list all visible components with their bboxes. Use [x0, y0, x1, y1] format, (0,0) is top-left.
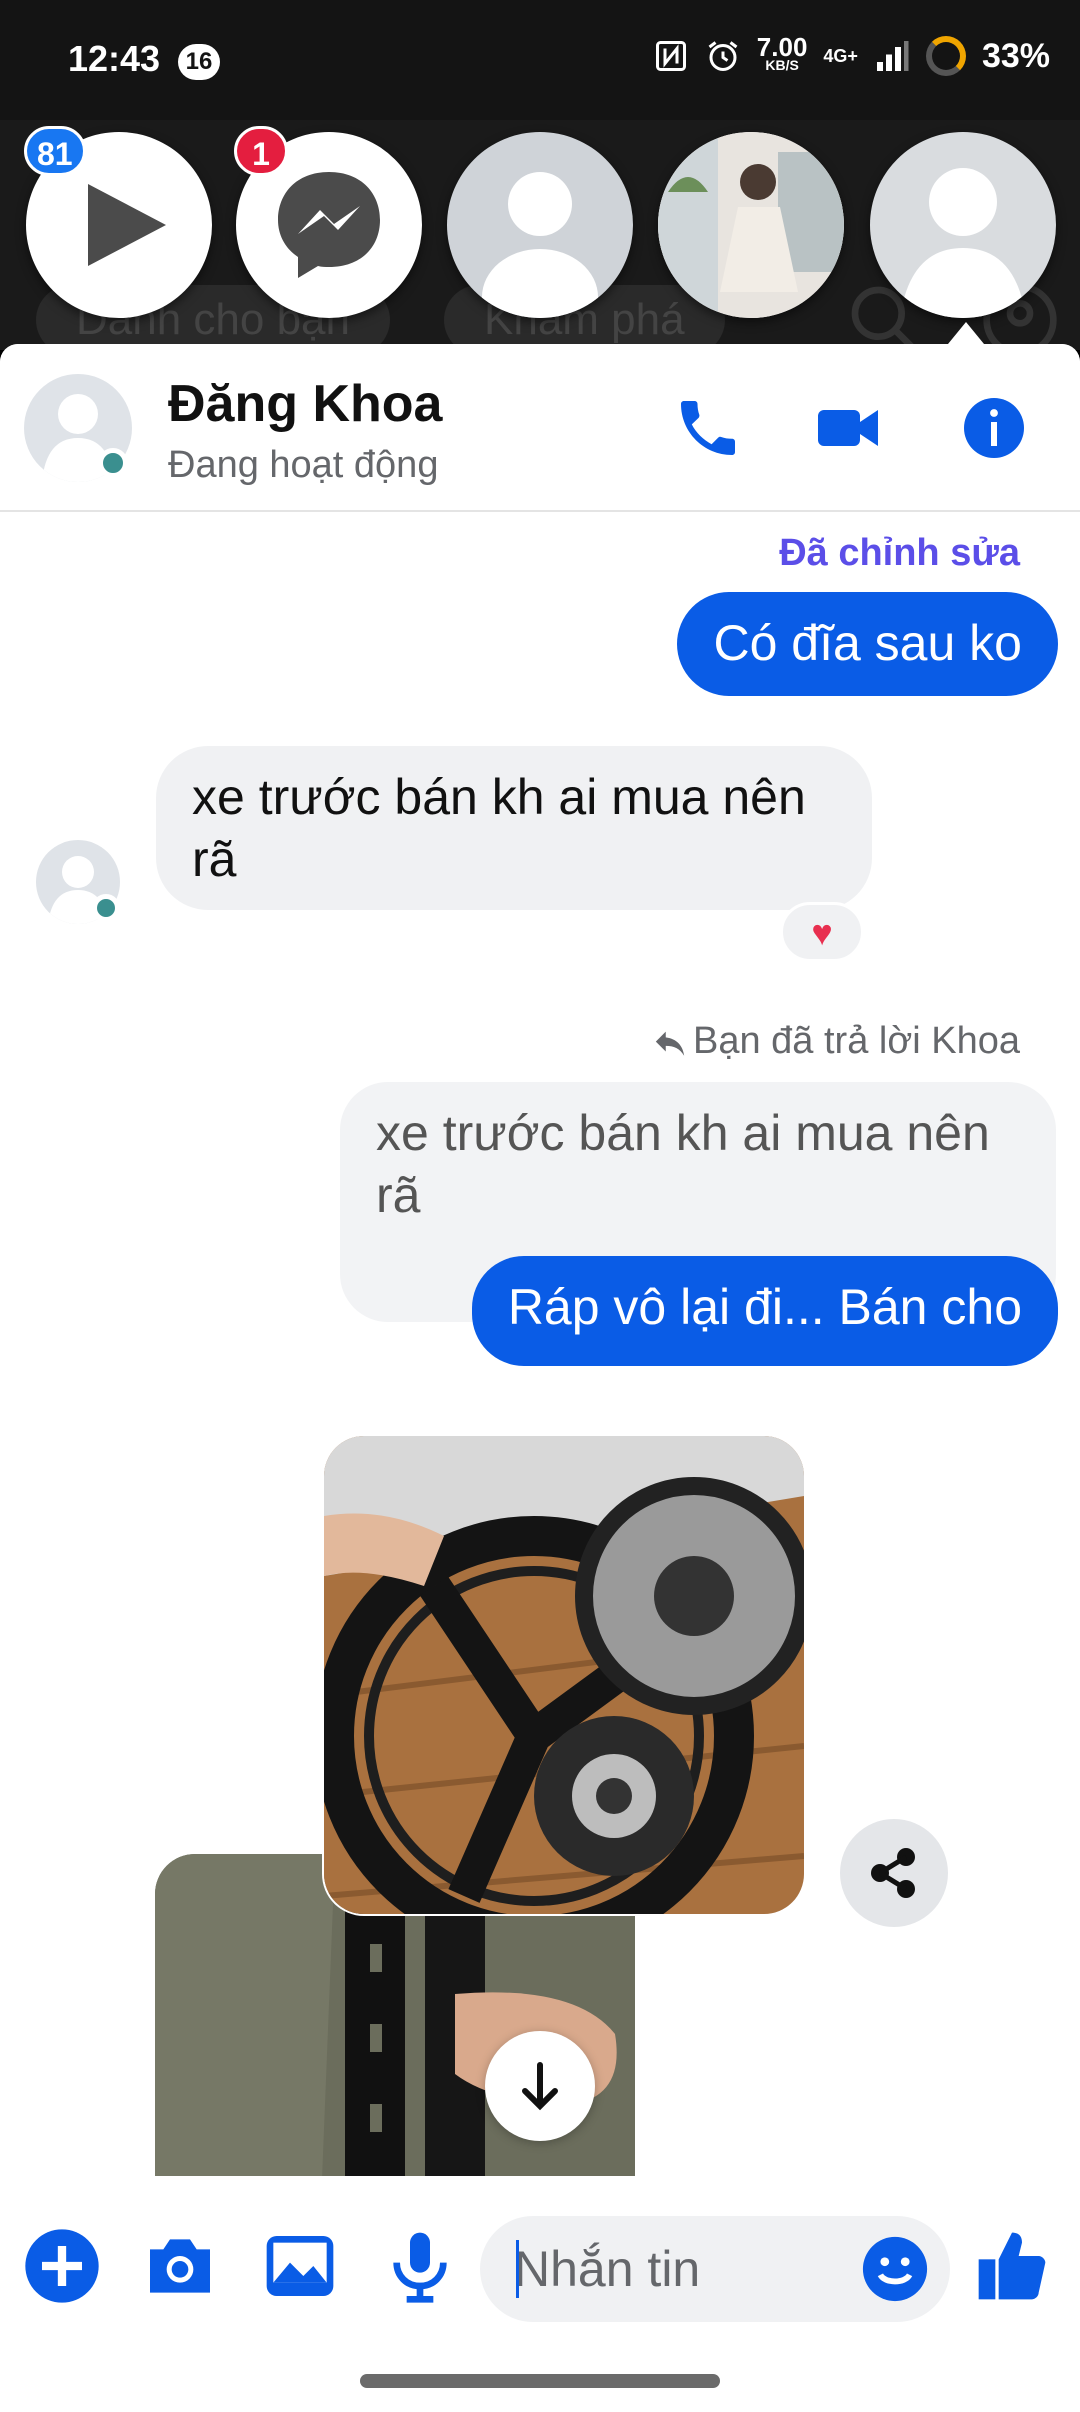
- system-nav-bar: [0, 2356, 1080, 2412]
- battery-level: 33%: [981, 36, 1050, 75]
- active-head-caret: [948, 322, 984, 344]
- reply-indicator: Bạn đã trả lời Khoa: [653, 1020, 1020, 1063]
- chat-head-contact-3[interactable]: [870, 132, 1056, 318]
- contact-photo-avatar: [658, 132, 844, 318]
- photo-content: [324, 1436, 804, 1914]
- chat-head-badge-video: 81: [24, 126, 86, 176]
- contact-name[interactable]: Đăng Khoa: [168, 374, 442, 434]
- nfc-icon: [655, 41, 686, 71]
- message-input[interactable]: [514, 2234, 834, 2304]
- info-icon[interactable]: [958, 392, 1030, 464]
- contact-status: Đang hoạt động: [168, 444, 439, 486]
- chat-header: Đăng Khoa Đang hoạt động: [0, 344, 1080, 512]
- battery-icon: [925, 36, 966, 76]
- emoji-icon[interactable]: [860, 2234, 930, 2304]
- network-type: 4G+: [823, 46, 858, 66]
- message-input-field[interactable]: [480, 2216, 950, 2322]
- shared-photo-1[interactable]: [324, 1436, 804, 1914]
- chat-head-contact-1[interactable]: [447, 132, 633, 318]
- microphone-icon[interactable]: [380, 2226, 460, 2306]
- status-time: 12:43: [68, 38, 161, 79]
- incoming-online-indicator: [92, 894, 120, 922]
- message-incoming[interactable]: xe trước bán kh ai mua nên rã: [156, 746, 872, 910]
- camera-icon[interactable]: [140, 2226, 220, 2306]
- share-icon: [871, 1848, 915, 1898]
- edited-label: Đã chỉnh sửa: [779, 532, 1020, 574]
- text-cursor: [516, 2240, 519, 2298]
- message-reply-outgoing[interactable]: Ráp vô lại đi... Bán cho: [471, 1256, 1058, 1366]
- heart-reaction-icon[interactable]: ♥: [780, 902, 864, 962]
- voice-call-icon[interactable]: [672, 392, 744, 464]
- chat-head-badge-messenger: 1: [234, 126, 288, 176]
- share-button[interactable]: [840, 1819, 948, 1927]
- net-speed: 7.00 KB/S: [756, 32, 808, 73]
- status-bar: 12:43 16 7.00 KB/S 4G+ 33%: [0, 0, 1080, 120]
- chat-panel: Đăng Khoa Đang hoạt động Đã chỉnh sửa Có…: [0, 344, 1080, 2364]
- video-call-icon[interactable]: [812, 392, 884, 464]
- arrow-down-icon: [522, 2062, 558, 2111]
- thumbs-up-icon[interactable]: [972, 2226, 1052, 2306]
- message-outgoing[interactable]: Có đĩa sau ko: [677, 592, 1058, 696]
- alarm-icon: [708, 41, 738, 71]
- signal-icon: [876, 41, 909, 71]
- scroll-to-bottom-button[interactable]: [485, 2031, 595, 2141]
- add-icon[interactable]: [22, 2226, 102, 2306]
- notification-count-badge: 16: [178, 44, 220, 80]
- gallery-icon[interactable]: [260, 2226, 340, 2306]
- avatar-placeholder-icon: [900, 168, 1026, 318]
- online-indicator: [98, 448, 128, 478]
- home-gesture-bar[interactable]: [360, 2374, 720, 2388]
- status-icons: 7.00 KB/S 4G+ 33%: [653, 32, 1050, 76]
- message-composer: [0, 2176, 1080, 2356]
- chat-head-contact-2[interactable]: [658, 132, 844, 318]
- avatar-placeholder-icon: [482, 172, 598, 318]
- reply-arrow-icon: [655, 1031, 685, 1056]
